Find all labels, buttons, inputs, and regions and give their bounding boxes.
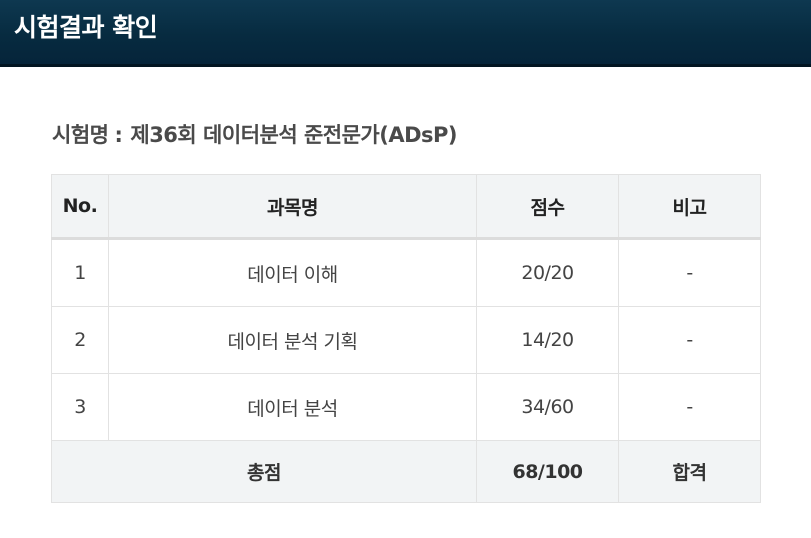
row-no: 1 bbox=[51, 238, 109, 307]
table-row: 2 데이터 분석 기획 14/20 - bbox=[51, 306, 761, 374]
column-header-no: No. bbox=[51, 174, 109, 240]
row-score: 14/20 bbox=[476, 306, 619, 374]
table-row: 3 데이터 분석 34/60 - bbox=[51, 373, 761, 441]
row-no: 2 bbox=[51, 306, 109, 374]
exam-name-separator: : bbox=[114, 123, 123, 147]
row-score: 34/60 bbox=[476, 373, 619, 441]
row-score: 20/20 bbox=[476, 238, 619, 307]
column-header-subject: 과목명 bbox=[108, 174, 477, 240]
exam-name-label: 시험명 bbox=[52, 123, 109, 147]
table-header-row: No. 과목명 점수 비고 bbox=[51, 174, 761, 240]
title-bar: 시험결과 확인 bbox=[0, 0, 811, 67]
row-subject: 데이터 분석 기획 bbox=[108, 306, 477, 374]
column-header-note: 비고 bbox=[618, 174, 761, 240]
row-no: 3 bbox=[51, 373, 109, 441]
total-row: 총점 68/100 합격 bbox=[51, 440, 761, 503]
row-note: - bbox=[618, 373, 761, 441]
table-row: 1 데이터 이해 20/20 - bbox=[51, 238, 761, 307]
total-label: 총점 bbox=[51, 440, 477, 503]
pass-result: 합격 bbox=[618, 440, 761, 503]
row-note: - bbox=[618, 306, 761, 374]
exam-name-value: 제36회 데이터분석 준전문가(ADsP) bbox=[130, 123, 458, 147]
column-header-score: 점수 bbox=[476, 174, 619, 240]
page-title: 시험결과 확인 bbox=[14, 13, 158, 42]
result-table: No. 과목명 점수 비고 1 데이터 이해 20/20 - 2 데이터 분석 … bbox=[51, 174, 761, 503]
row-subject: 데이터 분석 bbox=[108, 373, 477, 441]
exam-name-line: 시험명: 제36회 데이터분석 준전문가(ADsP) bbox=[52, 120, 458, 150]
row-note: - bbox=[618, 238, 761, 307]
total-score: 68/100 bbox=[476, 440, 619, 503]
row-subject: 데이터 이해 bbox=[108, 238, 477, 307]
